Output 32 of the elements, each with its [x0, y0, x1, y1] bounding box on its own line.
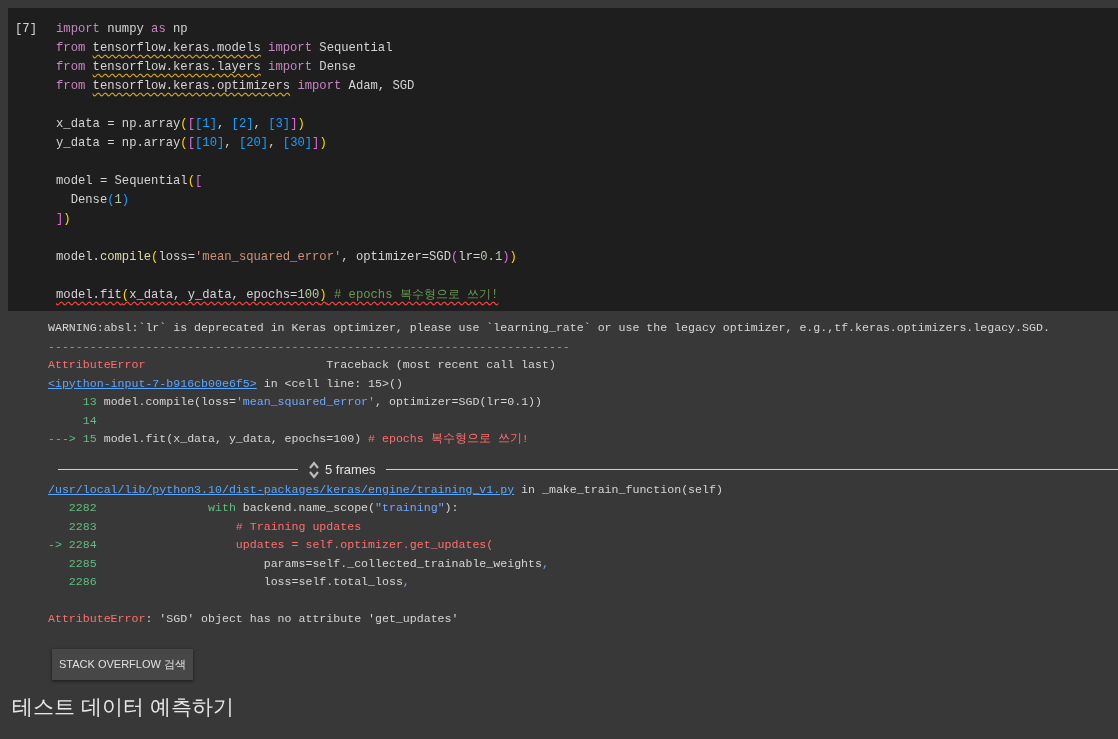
section-heading: 테스트 데이터 예측하기: [12, 693, 235, 720]
output-line: 13 model.compile(loss='mean_squared_error', optimizer=SGD(lr=0.1)): [81, 395, 542, 408]
code-line: model = Sequential([: [56, 174, 203, 188]
code-line: import numpy as np: [56, 22, 188, 36]
code-line: from tensorflow.keras.layers import Dense: [56, 60, 356, 74]
output-line: -> 2284 updates = self.optimizer.get_updates(: [48, 538, 494, 551]
traceback-text: in _make_train_function(self): [520, 482, 723, 496]
code-line: ]): [56, 212, 71, 226]
output-line: 2286 loss=self.total_loss,: [67, 575, 410, 588]
output-line: ---------------------------------------------------------------------------: [48, 339, 570, 353]
file-link[interactable]: <ipython-input-7-b916cb00e6f5>: [48, 376, 257, 390]
stack-overflow-search-button[interactable]: STACK OVERFLOW 검색: [52, 648, 193, 680]
output-line: 2283 # Training updates: [67, 519, 362, 533]
expand-icon: [308, 459, 320, 480]
code-line: Dense(1): [69, 193, 130, 207]
code-line: model.compile(loss='mean_squared_error', optimizer=SGD(lr=0.1)): [56, 250, 517, 264]
traceback-text: in <cell line: 15>(): [262, 376, 403, 390]
output-line: ---> 15 model.fit(x_data, y_data, epochs=100) # epochs 복수형으로 쓰기!: [48, 432, 529, 445]
output-line: AttributeError Traceback (most recent call last): [48, 358, 556, 371]
output-line: 14: [81, 413, 97, 427]
code-line: from tensorflow.keras.models import Sequential: [56, 41, 393, 55]
code-line: model.fit(x_data, y_data, epochs=100) # epochs 복수형으로 쓰기!: [56, 288, 499, 302]
execution-count: [7]: [14, 21, 38, 38]
code-line: from tensorflow.keras.optimizers import Adam, SGD: [56, 79, 415, 93]
output-line: AttributeError: 'SGD' object has no attribute 'get_updates': [48, 612, 459, 625]
file-link[interactable]: /usr/local/lib/python3.10/dist-packages/keras/engine/training_v1.py: [48, 482, 515, 496]
code-line: x_data = np.array([[1], [2], [3]]): [56, 117, 305, 131]
code-line: y_data = np.array([[10], [20], [30]]): [56, 136, 327, 150]
output-line: 2285 params=self._collected_trainable_weights,: [67, 556, 549, 570]
output-line: WARNING:absl:`lr` is deprecated in Keras optimizer, please use `learning_rate` or use the legacy optimizer, e.g.,tf.keras.optimizers.legacy.SGD.: [48, 321, 1050, 334]
output-line: 2282 with backend.name_scope("training"):: [67, 501, 459, 514]
frames-toggle[interactable]: 5 frames: [306, 459, 378, 480]
